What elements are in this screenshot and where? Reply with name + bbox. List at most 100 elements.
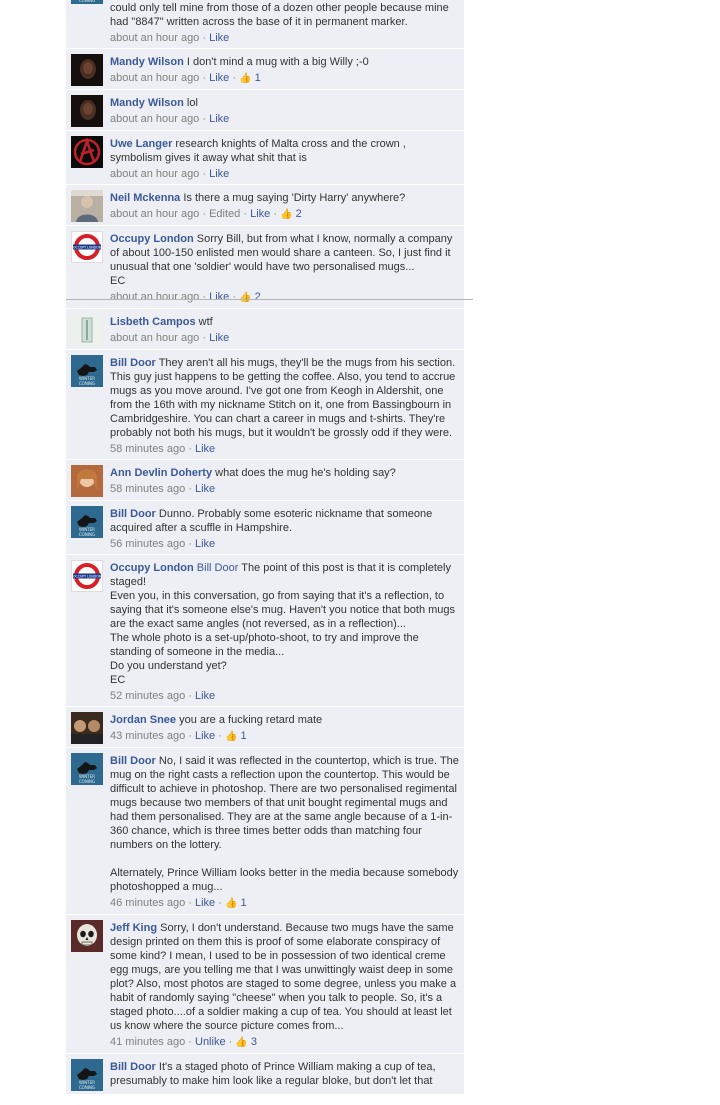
avatar[interactable]: OCCUPY LONDON xyxy=(71,560,103,592)
comment-body: Ann Devlin Doherty what does the mug he'… xyxy=(110,465,460,497)
comment-text-line: Ann Devlin Doherty what does the mug he'… xyxy=(110,466,460,480)
thumbs-up-icon: 👍 xyxy=(224,731,238,742)
like-link[interactable]: Like xyxy=(195,538,215,550)
author-link[interactable]: Occupy London xyxy=(110,562,194,574)
like-link[interactable]: Like xyxy=(195,443,215,455)
comment-text-line: Mandy Wilson lol xyxy=(110,96,460,110)
like-count[interactable]: 👍 3 xyxy=(235,1036,257,1048)
timestamp[interactable]: about an hour ago xyxy=(110,208,199,220)
like-count[interactable]: 👍 1 xyxy=(225,730,247,742)
avatar[interactable] xyxy=(71,95,103,127)
like-link[interactable]: Like xyxy=(209,332,229,344)
timestamp[interactable]: 41 minutes ago xyxy=(110,1036,185,1048)
thumbs-up-icon: 👍 xyxy=(235,1037,248,1048)
timestamp[interactable]: about an hour ago xyxy=(110,168,199,180)
like-count[interactable]: 👍 1 xyxy=(239,72,261,84)
comment-body: Lisbeth Campos wtf about an hour ago · Li… xyxy=(110,314,460,346)
avatar[interactable] xyxy=(71,54,103,86)
like-link[interactable]: Like xyxy=(209,32,229,44)
like-link[interactable]: Like xyxy=(195,730,215,742)
avatar[interactable]: OCCUPY LONDON xyxy=(71,231,103,263)
timestamp[interactable]: 58 minutes ago xyxy=(110,483,185,495)
like-count[interactable]: 👍 1 xyxy=(225,897,247,909)
author-link[interactable]: Bill Door xyxy=(110,755,156,767)
separator: · xyxy=(270,208,281,220)
comment-body: Bill Door Dunno. Probably some esoteric … xyxy=(110,506,460,551)
author-link[interactable]: Lisbeth Campos xyxy=(110,316,196,328)
thumbs-up-icon: 👍 xyxy=(280,209,293,220)
author-link[interactable]: Mandy Wilson xyxy=(110,97,184,109)
like-link[interactable]: Like xyxy=(195,897,215,909)
comment-body: could only tell mine from those of a doz… xyxy=(110,0,460,45)
timestamp[interactable]: about an hour ago xyxy=(110,72,199,84)
avatar[interactable]: WINTERCONING xyxy=(71,1059,103,1091)
comment-text: Dunno. Probably some esoteric nickname t… xyxy=(110,508,436,534)
author-link[interactable]: Bill Door xyxy=(110,1061,156,1073)
svg-text:CONING: CONING xyxy=(79,381,95,386)
comment-text: wtf xyxy=(198,316,213,328)
comment-body: Bill Door No, I said it was reflected in… xyxy=(110,753,460,911)
author-link[interactable]: Ann Devlin Doherty xyxy=(110,467,212,479)
author-link[interactable]: Occupy London xyxy=(110,233,194,245)
timestamp[interactable]: about an hour ago xyxy=(110,291,199,303)
comment-body: Mandy Wilson I don't mind a mug with a b… xyxy=(110,54,460,86)
separator: · xyxy=(215,730,225,742)
author-link[interactable]: Neil Mckenna xyxy=(110,192,180,204)
author-link[interactable]: Mandy Wilson xyxy=(110,56,184,68)
comment: Mandy Wilson I don't mind a mug with a b… xyxy=(66,49,464,90)
comment-meta: 58 minutes ago · Like xyxy=(110,482,460,496)
author-link[interactable]: Jeff King xyxy=(110,922,157,934)
comment-body: Bill Door They aren't all his mugs, they… xyxy=(110,355,460,456)
timestamp[interactable]: about an hour ago xyxy=(110,32,199,44)
avatar[interactable] xyxy=(71,712,103,744)
like-link[interactable]: Like xyxy=(250,208,270,220)
like-link[interactable]: Like xyxy=(195,690,215,702)
author-link[interactable]: Bill Door xyxy=(110,357,156,369)
avatar[interactable]: WINTERCONING xyxy=(71,506,103,538)
timestamp[interactable]: 43 minutes ago xyxy=(110,730,185,742)
edited-label[interactable]: Edited xyxy=(209,208,240,220)
mention-link[interactable]: Bill Door xyxy=(197,562,239,574)
like-link[interactable]: Like xyxy=(209,168,229,180)
avatar[interactable] xyxy=(71,920,103,952)
separator: · xyxy=(229,72,240,84)
timestamp[interactable]: 56 minutes ago xyxy=(110,538,185,550)
comment-text: The point of this post is that it is com… xyxy=(110,562,456,686)
comment-text-line: Occupy London Bill Door The point of thi… xyxy=(110,561,460,687)
thumbs-up-icon: 👍 xyxy=(239,73,252,84)
author-link[interactable]: Bill Door xyxy=(110,508,156,520)
timestamp[interactable]: about an hour ago xyxy=(110,332,199,344)
avatar[interactable] xyxy=(71,190,103,222)
like-link[interactable]: Like xyxy=(209,72,229,84)
avatar[interactable] xyxy=(71,465,103,497)
like-count[interactable]: 👍 2 xyxy=(280,208,302,220)
thumbs-up-icon: 👍 xyxy=(239,292,252,303)
avatar[interactable] xyxy=(71,314,103,346)
timestamp[interactable]: 52 minutes ago xyxy=(110,690,185,702)
comment-meta: about an hour ago · Like xyxy=(110,112,460,126)
comment-text: could only tell mine from those of a doz… xyxy=(110,2,452,28)
comment: WINTERCONING could only tell mine from th… xyxy=(66,0,464,49)
timestamp[interactable]: 58 minutes ago xyxy=(110,443,185,455)
like-link[interactable]: Like xyxy=(209,113,229,125)
comment-text: They aren't all his mugs, they'll be the… xyxy=(110,357,459,439)
like-count[interactable]: 👍 2 xyxy=(239,291,261,303)
avatar[interactable]: WINTERCONING xyxy=(71,355,103,387)
comment-meta: about an hour ago · Like xyxy=(110,167,460,181)
like-link[interactable]: Like xyxy=(195,483,215,495)
timestamp[interactable]: 46 minutes ago xyxy=(110,897,185,909)
author-link[interactable]: Jordan Snee xyxy=(110,714,176,726)
like-link[interactable]: Unlike xyxy=(195,1036,226,1048)
separator: · xyxy=(199,208,210,220)
avatar[interactable]: WINTERCONING xyxy=(71,753,103,785)
avatar[interactable]: WINTERCONING xyxy=(71,0,103,4)
avatar[interactable] xyxy=(71,136,103,168)
comment-meta: 41 minutes ago · Unlike · 👍 3 xyxy=(110,1035,460,1050)
author-link[interactable]: Uwe Langer xyxy=(110,138,172,150)
comment-text: what does the mug he's holding say? xyxy=(215,467,396,479)
separator: · xyxy=(199,332,210,344)
separator: · xyxy=(199,32,210,44)
like-link[interactable]: Like xyxy=(209,291,229,303)
separator: · xyxy=(185,538,195,550)
timestamp[interactable]: about an hour ago xyxy=(110,113,199,125)
